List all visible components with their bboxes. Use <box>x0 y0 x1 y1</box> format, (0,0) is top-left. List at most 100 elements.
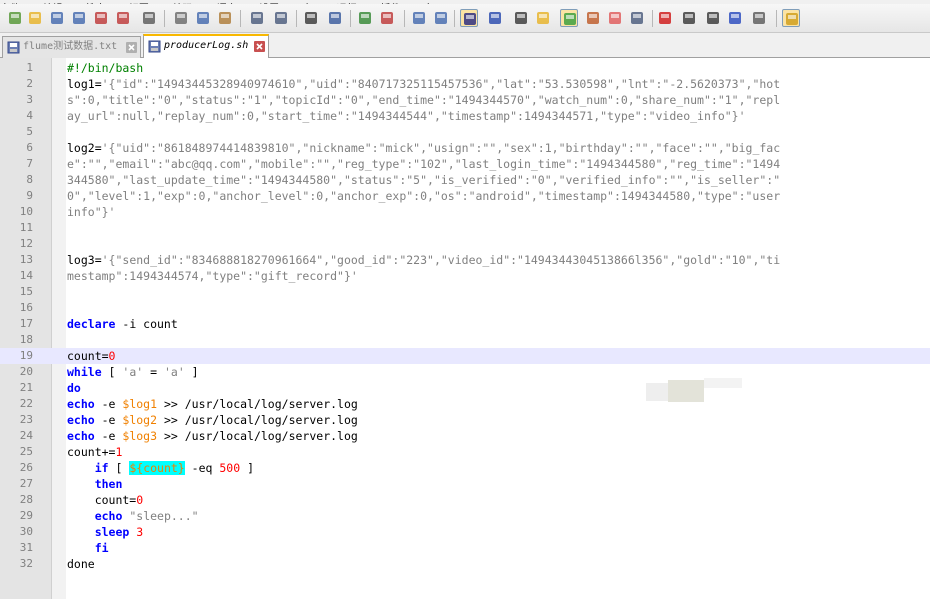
code-token: ] <box>240 461 254 475</box>
zoom-out-icon[interactable] <box>378 9 396 27</box>
indent-guide-icon[interactable] <box>512 9 530 27</box>
toolbar-separator <box>164 10 165 27</box>
line-number: 32 <box>19 557 33 570</box>
new-file-icon[interactable] <box>6 9 24 27</box>
code-line[interactable]: 32 done <box>0 556 930 572</box>
copy-icon[interactable] <box>194 9 212 27</box>
code-line[interactable]: 27 then <box>0 476 930 492</box>
function-list-icon[interactable] <box>584 9 602 27</box>
code-token: mestamp":1494344574,"type":"gift_record"… <box>67 269 358 283</box>
code-line[interactable]: 11 <box>0 220 930 236</box>
code-line[interactable]: 13 log3='{"send_id":"834688818270961664",… <box>0 252 930 268</box>
code-line[interactable]: 5 <box>0 124 930 140</box>
zoom-in-icon[interactable] <box>356 9 374 27</box>
code-line[interactable]: 4 ay_url":null,"replay_num":0,"start_time… <box>0 108 930 124</box>
code-line[interactable]: 14 mestamp":1494344574,"type":"gift_recor… <box>0 268 930 284</box>
tab-producer-log[interactable]: producerLog.sh <box>143 34 269 58</box>
line-number: 6 <box>26 141 33 154</box>
paste-icon[interactable] <box>216 9 234 27</box>
code-line[interactable]: 29 echo "sleep..." <box>0 508 930 524</box>
toolbar-separator <box>350 10 351 27</box>
tab-close-icon[interactable] <box>126 42 137 53</box>
code-token: do <box>67 381 81 395</box>
code-editor[interactable]: 1 #!/bin/bash 2 log1='{"id":"14943445328940… <box>0 58 930 599</box>
redo-icon[interactable] <box>272 9 290 27</box>
code-text: echo -e $log1 >> /usr/local/log/server.l… <box>67 396 358 412</box>
code-line[interactable]: 7 e":"","email":"abc@qq.com","mobile":"",… <box>0 156 930 172</box>
tab-flume-data[interactable]: flume测试数据.txt <box>2 36 141 58</box>
folder-workspace-icon[interactable] <box>606 9 624 27</box>
code-line[interactable]: 30 sleep 3 <box>0 524 930 540</box>
code-line[interactable]: 20 while [ 'a' = 'a' ] <box>0 364 930 380</box>
code-line[interactable]: 8 344580","last_update_time":"1494344580"… <box>0 172 930 188</box>
code-line[interactable]: 28 count=0 <box>0 492 930 508</box>
run-macro-multiple-icon[interactable] <box>726 9 744 27</box>
code-line[interactable]: 2 log1='{"id":"14943445328940974610","uid… <box>0 76 930 92</box>
monitor-icon[interactable] <box>628 9 646 27</box>
print-icon[interactable] <box>140 9 158 27</box>
code-line[interactable]: 25 count+=1 <box>0 444 930 460</box>
stop-macro-icon[interactable] <box>680 9 698 27</box>
line-number: 2 <box>26 77 33 90</box>
code-line[interactable]: 10 info"}' <box>0 204 930 220</box>
code-token: done <box>67 557 95 571</box>
code-token: ay_url":null,"replay_num":0,"start_time"… <box>67 109 746 123</box>
line-number: 16 <box>19 301 33 314</box>
code-line[interactable]: 18 <box>0 332 930 348</box>
code-line[interactable]: 3 s":0,"title":"0","status":"1","topicId"… <box>0 92 930 108</box>
code-line[interactable]: 24 echo -e $log3 >> /usr/local/log/server… <box>0 428 930 444</box>
find-icon[interactable] <box>302 9 320 27</box>
sync-vertical-icon[interactable] <box>410 9 428 27</box>
code-line[interactable]: 17 declare -i count <box>0 316 930 332</box>
code-line[interactable]: 12 <box>0 236 930 252</box>
code-line[interactable]: 15 <box>0 284 930 300</box>
code-line[interactable]: 6 log2='{"uid":"861848974414839810","nick… <box>0 140 930 156</box>
watermark-blur <box>704 378 742 388</box>
line-number: 26 <box>19 461 33 474</box>
replace-icon[interactable] <box>326 9 344 27</box>
code-text: while [ 'a' = 'a' ] <box>67 364 199 380</box>
toolbar-separator <box>776 10 777 27</box>
code-token: $log2 <box>122 413 158 427</box>
play-macro-icon[interactable] <box>704 9 722 27</box>
code-line[interactable]: 26 if [ ${count} -eq 500 ] <box>0 460 930 476</box>
file-saved-icon <box>148 40 161 53</box>
close-all-icon[interactable] <box>114 9 132 27</box>
code-line[interactable]: 1 #!/bin/bash <box>0 60 930 76</box>
show-all-chars-icon[interactable] <box>486 9 504 27</box>
open-file-icon[interactable] <box>26 9 44 27</box>
line-number: 5 <box>26 125 33 138</box>
code-line[interactable]: 16 <box>0 300 930 316</box>
sync-horizontal-icon[interactable] <box>432 9 450 27</box>
code-token: log2= <box>67 141 102 155</box>
save-icon[interactable] <box>48 9 66 27</box>
line-number: 1 <box>26 61 33 74</box>
code-text: log3='{"send_id":"834688818270961664","g… <box>67 252 780 268</box>
save-all-icon[interactable] <box>70 9 88 27</box>
code-token: ] <box>184 365 199 379</box>
code-line[interactable]: 31 fi <box>0 540 930 556</box>
line-number: 30 <box>19 525 33 538</box>
code-line[interactable]: 9 0","level":1,"exp":0,"anchor_level":0,"… <box>0 188 930 204</box>
close-icon[interactable] <box>92 9 110 27</box>
cut-icon[interactable] <box>172 9 190 27</box>
code-token: -e <box>94 429 123 443</box>
code-line[interactable]: 23 echo -e $log2 >> /usr/local/log/server… <box>0 412 930 428</box>
record-macro-icon[interactable] <box>656 9 674 27</box>
doc-map-icon[interactable] <box>560 9 578 27</box>
code-line[interactable]: 22 echo -e $log1 >> /usr/local/log/server… <box>0 396 930 412</box>
code-line[interactable]: 19 count=0 <box>0 348 930 364</box>
save-macro-icon[interactable] <box>750 9 768 27</box>
code-text: log2='{"uid":"861848974414839810","nickn… <box>67 140 780 156</box>
plugin-icon[interactable] <box>782 9 800 27</box>
code-text: do <box>67 380 81 396</box>
code-text: done <box>67 556 95 572</box>
undo-icon[interactable] <box>248 9 266 27</box>
word-wrap-icon[interactable] <box>460 9 478 27</box>
tab-close-icon[interactable] <box>254 41 265 52</box>
line-number: 25 <box>19 445 33 458</box>
code-text: ay_url":null,"replay_num":0,"start_time"… <box>67 108 746 124</box>
user-lang-icon[interactable] <box>534 9 552 27</box>
code-token: >> /usr/local/log/server.log <box>157 429 358 443</box>
code-line[interactable]: 21 do <box>0 380 930 396</box>
